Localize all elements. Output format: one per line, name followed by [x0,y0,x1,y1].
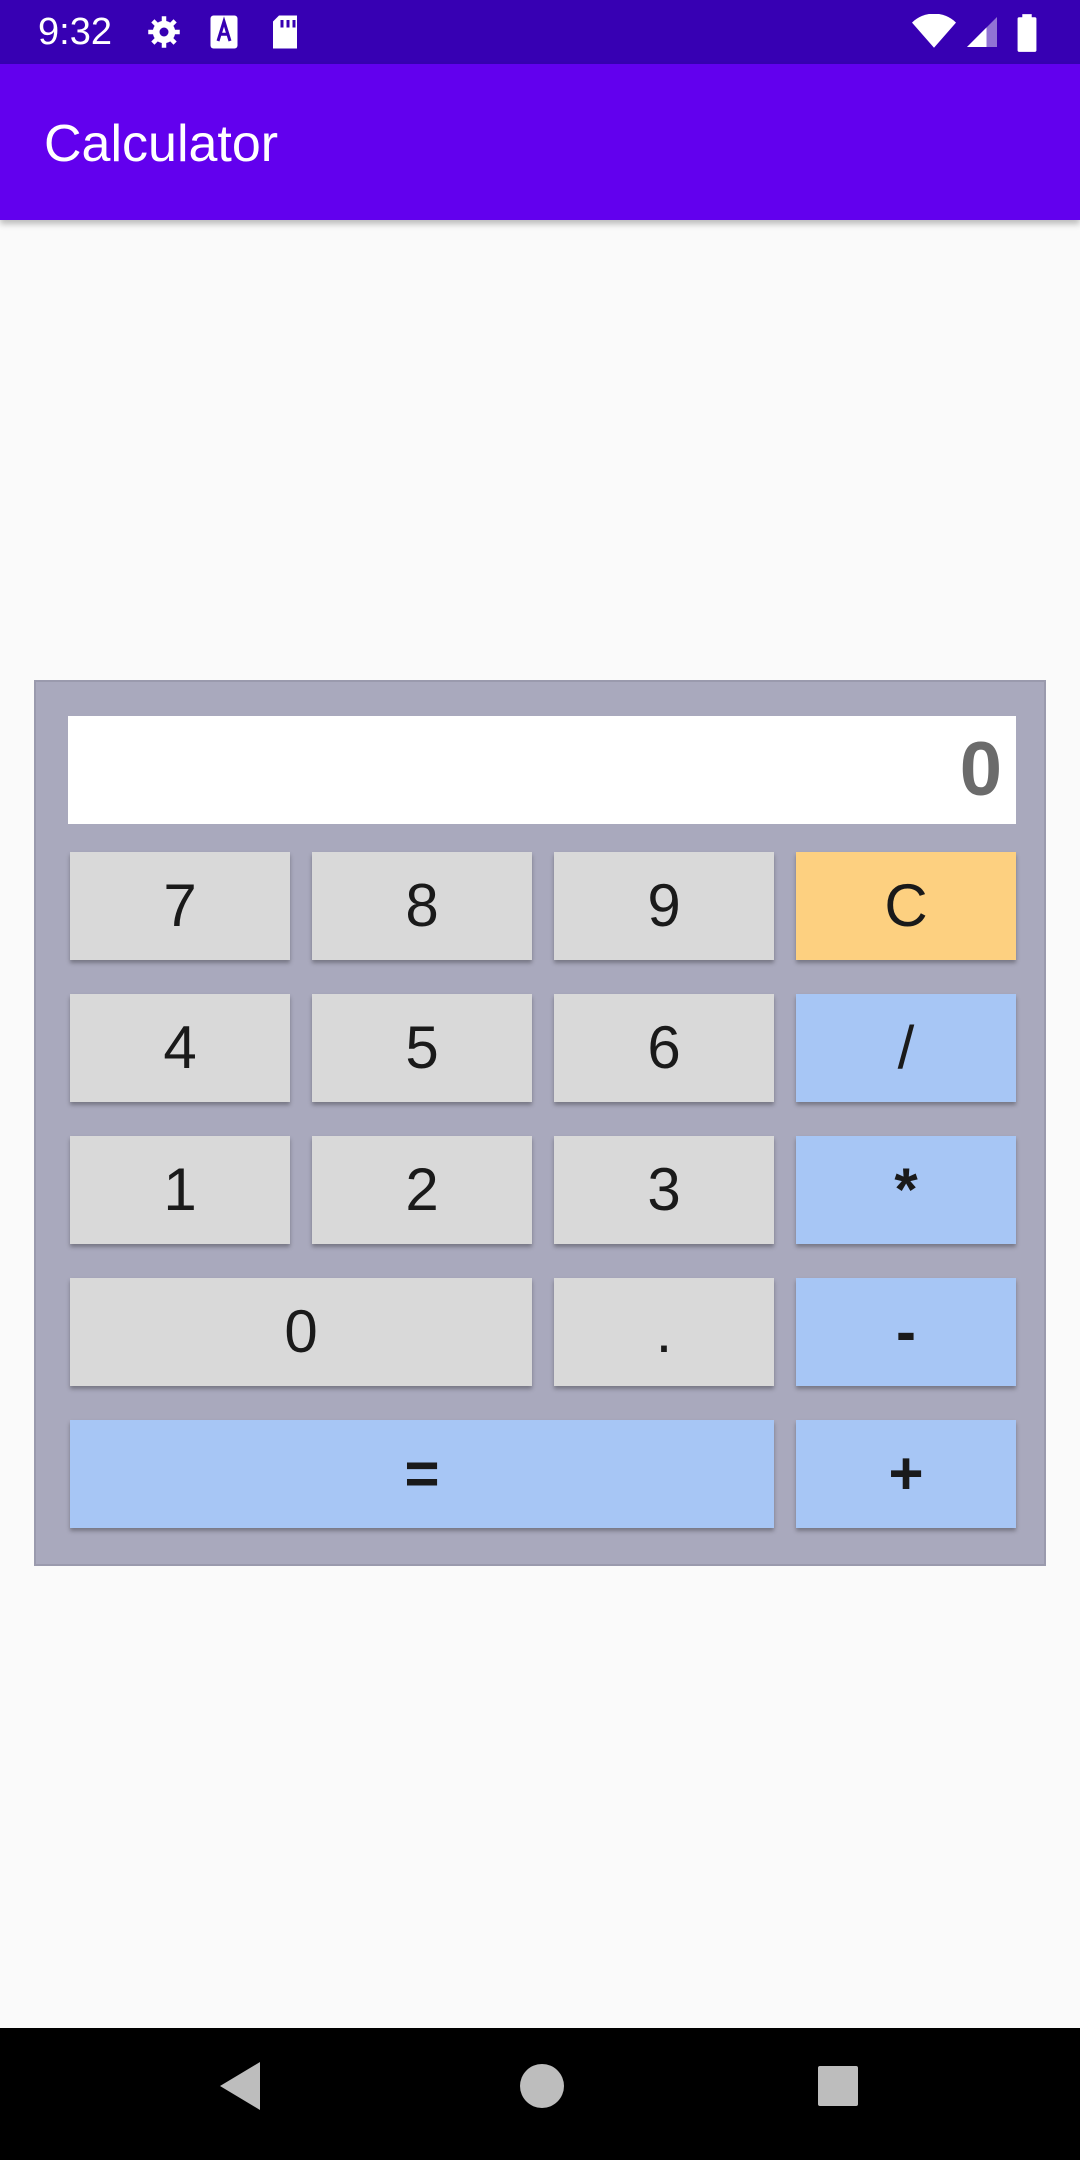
subtract-button[interactable]: - [796,1278,1016,1386]
equals-button[interactable]: = [70,1420,774,1528]
clear-button[interactable]: C [796,852,1016,960]
gear-icon [146,14,182,55]
app-bar: Calculator [0,64,1080,220]
battery-icon [1016,14,1038,57]
home-icon[interactable] [518,2058,566,2119]
navigation-bar [0,2028,1080,2160]
sd-card-icon [270,14,300,55]
wifi-icon [912,13,956,55]
font-a-icon [208,14,240,55]
status-bar: 9:32 [0,0,1080,64]
divide-button[interactable]: / [796,994,1016,1102]
decimal-button[interactable]: . [554,1278,774,1386]
display-value: 0 [959,727,1002,812]
recents-icon[interactable] [814,2058,862,2119]
key-9[interactable]: 9 [554,852,774,960]
cell-signal-icon [964,14,1000,55]
key-4[interactable]: 4 [70,994,290,1102]
key-2[interactable]: 2 [312,1136,532,1244]
multiply-button[interactable]: * [796,1136,1016,1244]
key-6[interactable]: 6 [554,994,774,1102]
app-title: Calculator [44,115,279,173]
key-8[interactable]: 8 [312,852,532,960]
key-5[interactable]: 5 [312,994,532,1102]
key-0[interactable]: 0 [70,1278,532,1386]
key-7[interactable]: 7 [70,852,290,960]
add-button[interactable]: + [796,1420,1016,1528]
status-time: 9:32 [38,11,112,53]
key-1[interactable]: 1 [70,1136,290,1244]
calculator-display: 0 [68,716,1016,824]
key-3[interactable]: 3 [554,1136,774,1244]
back-icon[interactable] [216,2058,264,2119]
calculator-panel: 0 7 8 9 C 4 5 6 / 1 2 3 * 0 . - = + [34,680,1046,1566]
